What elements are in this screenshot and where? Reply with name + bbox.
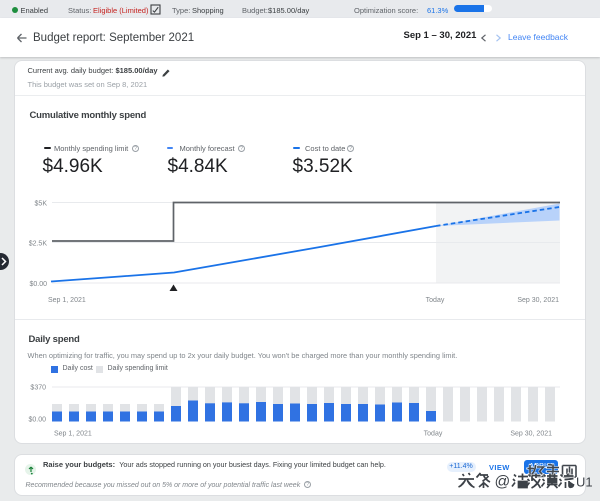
svg-text:$2.5K: $2.5K: [29, 241, 48, 248]
svg-text:Sep 1, 2021: Sep 1, 2021: [48, 297, 86, 304]
svg-text:$5K: $5K: [35, 201, 48, 208]
svg-text:Sep 1, 2021: Sep 1, 2021: [54, 431, 92, 438]
svg-text:$0.00: $0.00: [29, 281, 47, 288]
svg-text:$0.00: $0.00: [28, 417, 46, 424]
svg-text:$370: $370: [30, 385, 46, 392]
svg-text:Sep 30, 2021: Sep 30, 2021: [517, 297, 559, 304]
svg-text:Today: Today: [424, 431, 443, 438]
svg-text:Today: Today: [426, 297, 445, 304]
svg-text:Sep 30, 2021: Sep 30, 2021: [510, 431, 552, 438]
